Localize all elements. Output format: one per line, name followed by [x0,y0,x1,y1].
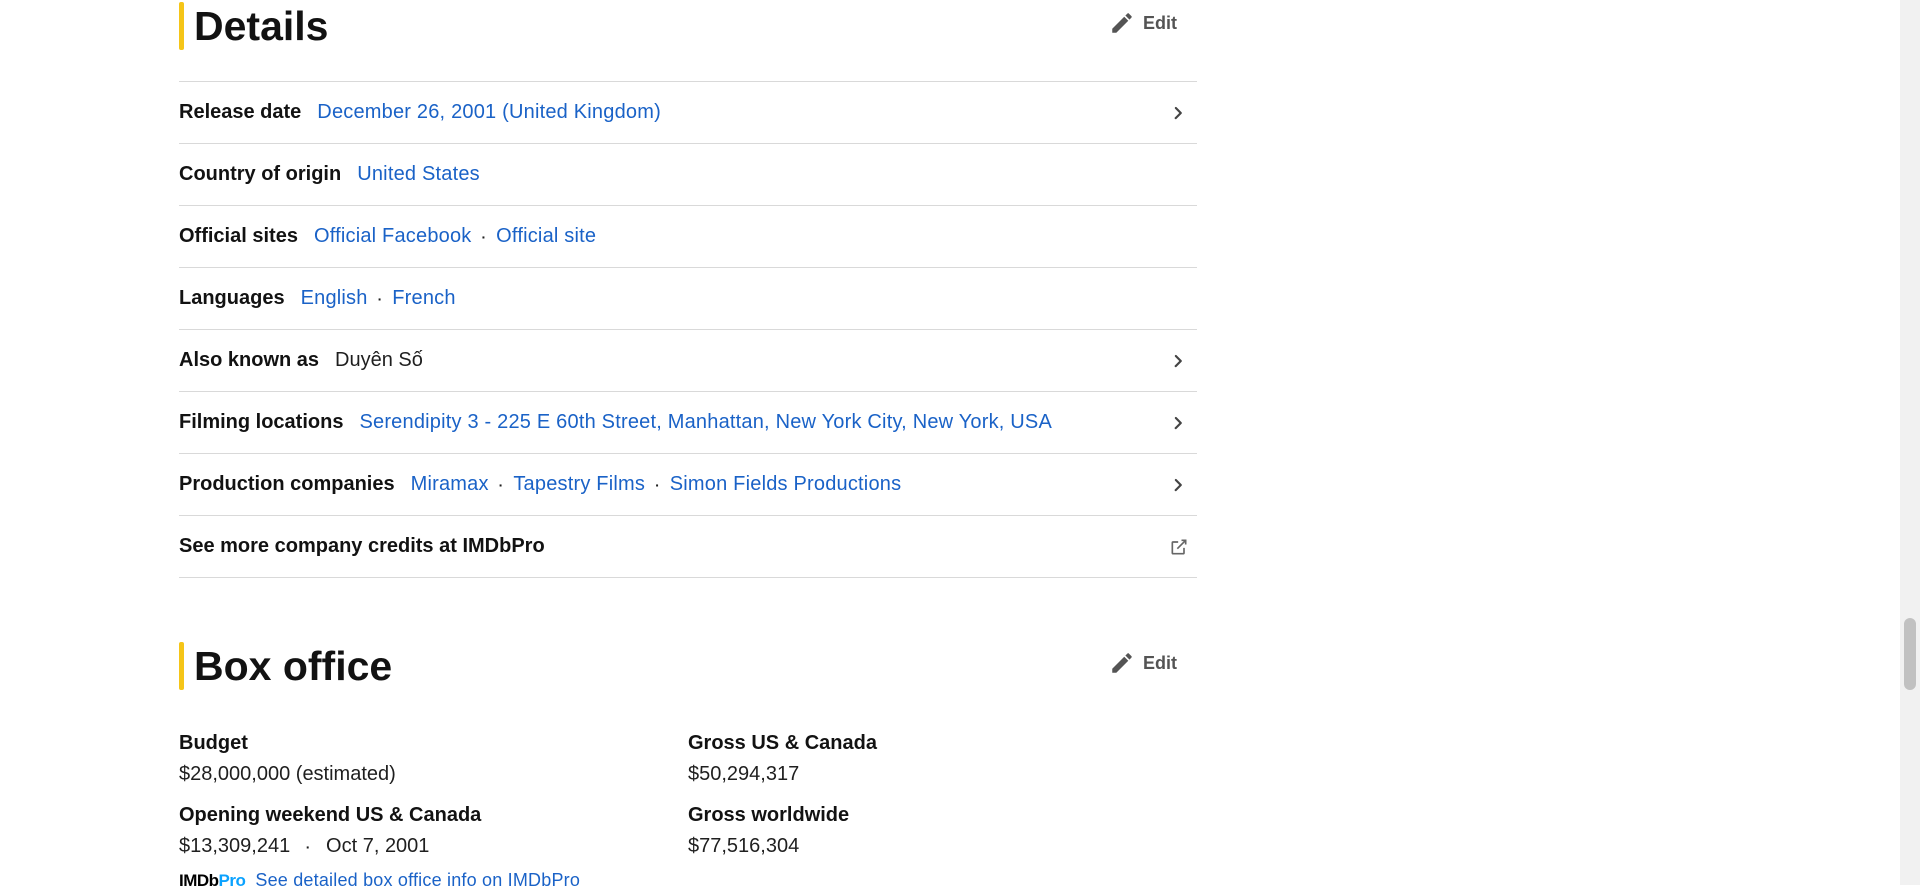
chevron-right-icon[interactable] [1165,100,1191,126]
separator-dot: · [377,290,383,307]
separator-dot: · [498,476,504,493]
production-companies-label: Production companies [179,473,395,495]
imdbpro-logo: IMDbPro [179,870,246,890]
company-simon-fields-link[interactable]: Simon Fields Productions [670,473,902,496]
official-site-link[interactable]: Official site [496,225,596,248]
details-edit-label: Edit [1143,12,1177,33]
country-row: Country of origin United States [179,143,1197,205]
chevron-right-icon[interactable] [1165,348,1191,374]
filming-location-link[interactable]: Serendipity 3 - 225 E 60th Street, Manha… [359,411,1052,434]
company-tapestry-link[interactable]: Tapestry Films [513,473,645,496]
separator-dot: · [481,228,487,245]
details-header: Details Edit [179,0,1197,62]
box-office-edit-button[interactable]: Edit [1109,650,1177,676]
language-english-link[interactable]: English [301,287,368,310]
pencil-icon [1112,13,1132,33]
filming-locations-label: Filming locations [179,411,344,433]
gross-us-value: $50,294,317 [688,763,800,785]
gross-worldwide-cell: Gross worldwide $77,516,304 [688,804,849,858]
box-office-edit-label: Edit [1143,652,1177,673]
budget-label: Budget [179,732,248,754]
details-title: Details [194,3,329,49]
details-list: Release date December 26, 2001 (United K… [179,81,1197,578]
official-sites-label: Official sites [179,225,298,247]
box-office-header: Box office Edit [179,640,1197,702]
gross-worldwide-label: Gross worldwide [688,804,850,826]
official-sites-row: Official sites Official Facebook · Offic… [179,205,1197,267]
box-office-section: Box office Edit Budget $28,000,000 (esti… [179,640,1197,890]
official-facebook-link[interactable]: Official Facebook [314,225,472,248]
gross-us-cell: Gross US & Canada $50,294,317 [688,732,877,786]
also-known-as-value: Duyên Số [335,349,423,371]
languages-label: Languages [179,287,285,309]
separator-dot: · [305,839,311,855]
opening-weekend-label: Opening weekend US & Canada [179,804,482,826]
imdbpro-box-office-link-row: IMDbPro See detailed box office info on … [179,870,580,891]
release-date-row[interactable]: Release date December 26, 2001 (United K… [179,81,1197,143]
languages-row: Languages English · French [179,267,1197,329]
imdbpro-box-office-link[interactable]: See detailed box office info on IMDbPro [255,870,580,891]
also-known-as-label: Also known as [179,349,320,371]
filming-locations-row[interactable]: Filming locations Serendipity 3 - 225 E … [179,391,1197,453]
page-scrollbar[interactable] [1900,0,1920,885]
country-link[interactable]: United States [357,163,480,186]
box-office-title: Box office [194,643,393,689]
details-section: Details Edit Release date December 26, 2… [179,0,1197,578]
country-label: Country of origin [179,163,342,185]
also-known-as-row[interactable]: Also known as Duyên Số [179,329,1197,391]
opening-weekend-date: Oct 7, 2001 [326,835,430,857]
gross-us-label: Gross US & Canada [688,732,877,754]
imdbpro-credits-row[interactable]: See more company credits at IMDbPro [179,515,1197,578]
language-french-link[interactable]: French [392,287,455,310]
section-accent-bar [179,2,184,50]
external-link-icon[interactable] [1169,537,1189,557]
budget-cell: Budget $28,000,000 (estimated) [179,732,396,786]
separator-dot: · [655,476,660,493]
imdbpro-credits-label: See more company credits at IMDbPro [179,535,545,557]
pencil-icon [1112,653,1132,673]
scrollbar-thumb[interactable] [1904,618,1916,690]
opening-weekend-amount: $13,309,241 [179,835,291,857]
release-date-link[interactable]: December 26, 2001 (United Kingdom) [317,101,661,124]
gross-worldwide-value: $77,516,304 [688,835,800,857]
budget-value: $28,000,000 (estimated) [179,763,396,785]
chevron-right-icon[interactable] [1165,472,1191,498]
production-companies-row[interactable]: Production companies Miramax · Tapestry … [179,453,1197,515]
section-accent-bar [179,642,184,690]
details-edit-button[interactable]: Edit [1109,10,1177,36]
chevron-right-icon[interactable] [1165,410,1191,436]
company-miramax-link[interactable]: Miramax [411,473,489,496]
opening-weekend-cell: Opening weekend US & Canada $13,309,241 … [179,804,481,858]
release-date-label: Release date [179,101,302,123]
